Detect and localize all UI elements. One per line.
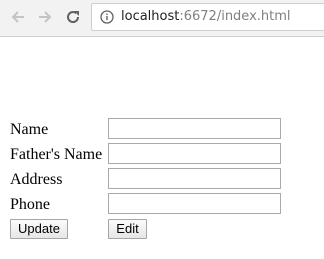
name-row: Name xyxy=(10,118,310,140)
back-arrow-icon xyxy=(11,11,24,23)
address-label: Address xyxy=(10,171,63,188)
reload-button[interactable] xyxy=(61,5,85,29)
page-content: Name Father's Name Address Phone Update … xyxy=(0,37,324,259)
info-icon[interactable] xyxy=(100,10,114,24)
url-host: localhost xyxy=(121,9,180,24)
phone-input[interactable] xyxy=(108,193,281,214)
name-label: Name xyxy=(10,121,49,138)
browser-toolbar: localhost:6672/index.html xyxy=(0,0,324,37)
address-bar[interactable]: localhost:6672/index.html xyxy=(91,3,324,31)
url-path: :6672/index.html xyxy=(179,9,291,24)
address-row: Address xyxy=(10,168,310,190)
fathers-name-label: Father's Name xyxy=(10,146,103,163)
forward-arrow-icon xyxy=(39,11,52,23)
fathers-name-row: Father's Name xyxy=(10,143,310,165)
name-input[interactable] xyxy=(108,118,281,139)
update-button[interactable]: Update xyxy=(10,219,68,239)
phone-row: Phone xyxy=(10,193,310,215)
reload-icon xyxy=(67,11,80,23)
back-button[interactable] xyxy=(6,5,30,29)
address-input[interactable] xyxy=(108,168,281,189)
url-text: localhost:6672/index.html xyxy=(121,9,291,25)
edit-button[interactable]: Edit xyxy=(108,219,147,239)
phone-label: Phone xyxy=(10,196,50,213)
fathers-name-input[interactable] xyxy=(108,143,281,164)
button-row: Update Edit xyxy=(10,219,310,241)
forward-button[interactable] xyxy=(33,5,57,29)
